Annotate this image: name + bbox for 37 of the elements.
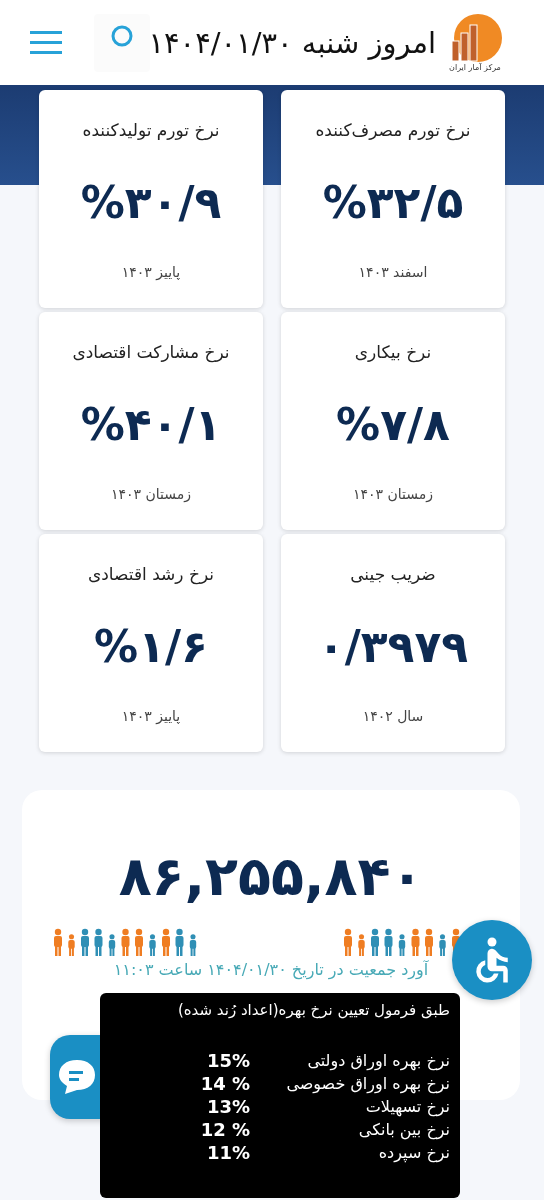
stat-title: نرخ رشد اقتصادی	[87, 564, 215, 584]
rate-label: نرخ بین بانکی	[357, 1120, 450, 1139]
stat-title: نرخ تورم مصرف‌کننده	[315, 120, 471, 140]
stat-value: %۳۰/۹	[80, 176, 222, 228]
chat-icon	[58, 1059, 96, 1095]
rate-label: نرخ سپرده	[377, 1143, 450, 1162]
search-button[interactable]	[94, 13, 151, 72]
search-icon	[110, 23, 135, 48]
stat-value: %۴۰/۱	[80, 398, 222, 450]
stat-title: ضریب جینی	[350, 564, 436, 584]
rate-label: نرخ تسهیلات	[364, 1097, 450, 1116]
stat-title: نرخ مشارکت اقتصادی	[72, 342, 230, 362]
population-caption: آورد جمعیت در تاریخ ۱۴۰۴/۰۱/۳۰ ساعت ۱۱:۰۳	[113, 960, 429, 979]
rate-label: نرخ بهره اوراق خصوصی	[285, 1074, 450, 1093]
rate-value: 11%	[205, 1142, 250, 1163]
population-value: ۸۶,۲۵۵,۸۴۰	[118, 845, 424, 908]
stat-period: پاییز ۱۴۰۳	[121, 708, 181, 724]
stat-period: زمستان ۱۴۰۳	[352, 486, 434, 502]
rate-value: 12 %	[199, 1119, 250, 1140]
rate-value: 15%	[205, 1050, 250, 1071]
stat-period: زمستان ۱۴۰۳	[110, 486, 192, 502]
stat-period: سال ۱۴۰۲	[362, 708, 424, 724]
stat-title: نرخ تورم تولیدکننده	[82, 120, 220, 140]
date-title: امروز شنبه ۱۴۰۴/۰۱/۳۰	[148, 25, 436, 60]
stat-value: %۱/۶	[94, 620, 208, 672]
stat-title: نرخ بیکاری	[354, 342, 432, 362]
rate-value: 14 %	[199, 1073, 250, 1094]
stat-value: ۰/۳۹۷۹	[317, 620, 469, 672]
stat-period: اسفند ۱۴۰۳	[358, 264, 428, 280]
menu-button[interactable]	[30, 29, 62, 56]
stat-period: پاییز ۱۴۰۳	[121, 264, 181, 280]
rate-label: نرخ بهره اوراق دولتی	[306, 1051, 450, 1070]
rate-value: 13%	[205, 1096, 250, 1117]
popup-heading: طبق فرمول تعیین نرخ بهره(اعداد رُند شده)	[176, 1001, 450, 1019]
logo-text: مرکز آمار ایران	[449, 63, 501, 72]
stat-value: %۳۲/۵	[322, 176, 464, 228]
stat-value: %۷/۸	[336, 398, 450, 450]
